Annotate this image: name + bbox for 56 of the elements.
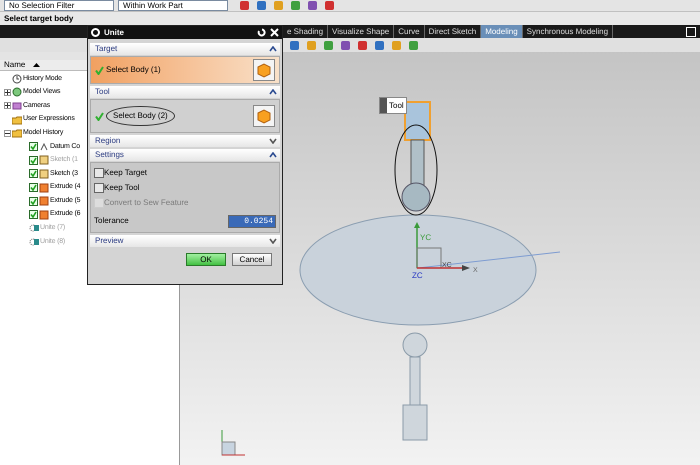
selection-filter-dropdown[interactable]: No Selection Filter bbox=[4, 0, 114, 11]
folder-icon bbox=[12, 128, 22, 138]
axis-label: ZC bbox=[412, 270, 423, 282]
dialog-title: Unite bbox=[104, 26, 124, 38]
expand-toggle[interactable] bbox=[4, 102, 11, 110]
check-icon bbox=[95, 66, 104, 74]
unite-icon bbox=[29, 223, 39, 234]
section-header[interactable]: Region bbox=[90, 135, 280, 147]
folder-icon bbox=[12, 114, 22, 125]
extrude-icon bbox=[39, 182, 49, 193]
settings-icon[interactable] bbox=[91, 28, 100, 37]
column-header[interactable]: Name bbox=[4, 59, 26, 71]
checkbox[interactable] bbox=[29, 210, 38, 220]
sketch-icon bbox=[39, 155, 49, 166]
option-label: Keep Tool bbox=[104, 182, 140, 194]
clock-icon bbox=[12, 74, 22, 84]
checkbox[interactable] bbox=[29, 196, 38, 206]
scope-dropdown[interactable]: Within Work Part bbox=[118, 0, 228, 11]
unite-icon bbox=[29, 236, 39, 247]
coordinate-triad-drawing bbox=[414, 222, 470, 271]
close-icon[interactable] bbox=[270, 28, 279, 37]
dialog-button[interactable]: OK bbox=[186, 253, 226, 266]
dialog-button[interactable]: Cancel bbox=[232, 253, 272, 266]
expand-toggle[interactable] bbox=[4, 88, 11, 96]
field-label: Tolerance bbox=[94, 215, 129, 227]
ribbon-options-icon[interactable] bbox=[686, 26, 696, 36]
reset-icon[interactable] bbox=[257, 28, 266, 37]
selection-step[interactable]: Select Body (2) bbox=[90, 99, 280, 133]
extrude-icon bbox=[39, 210, 49, 220]
check-icon bbox=[95, 112, 104, 120]
option-label: Keep Target bbox=[104, 167, 147, 179]
section-header[interactable]: Preview bbox=[90, 235, 280, 247]
extrude-icon bbox=[39, 196, 49, 206]
expand-toggle[interactable] bbox=[4, 130, 11, 137]
sketch-icon bbox=[39, 168, 49, 179]
cue-line: Select target body bbox=[4, 12, 74, 24]
section-header[interactable]: Target bbox=[90, 43, 280, 55]
section-header[interactable]: Settings bbox=[90, 149, 280, 161]
sort-icon bbox=[33, 63, 40, 67]
tool-tag: Tool bbox=[379, 97, 407, 114]
checkbox[interactable] bbox=[29, 169, 38, 178]
checkbox[interactable] bbox=[29, 183, 38, 192]
camera-icon bbox=[12, 100, 22, 111]
checkbox[interactable] bbox=[94, 168, 104, 178]
checkbox[interactable] bbox=[29, 142, 38, 152]
section-header[interactable]: Tool bbox=[90, 86, 280, 98]
tolerance-field[interactable]: 0.0254 bbox=[228, 214, 276, 228]
checkbox[interactable] bbox=[94, 183, 104, 193]
globe-icon bbox=[12, 87, 22, 98]
axis-label: YC bbox=[420, 232, 432, 244]
datum-icon bbox=[39, 142, 49, 152]
small-triad-icon bbox=[222, 430, 246, 456]
cube-button[interactable] bbox=[253, 59, 275, 81]
selection-step[interactable]: Select Body (1) bbox=[90, 56, 280, 84]
option-label: Convert to Sew Feature bbox=[104, 197, 188, 209]
cube-button[interactable] bbox=[253, 105, 275, 127]
